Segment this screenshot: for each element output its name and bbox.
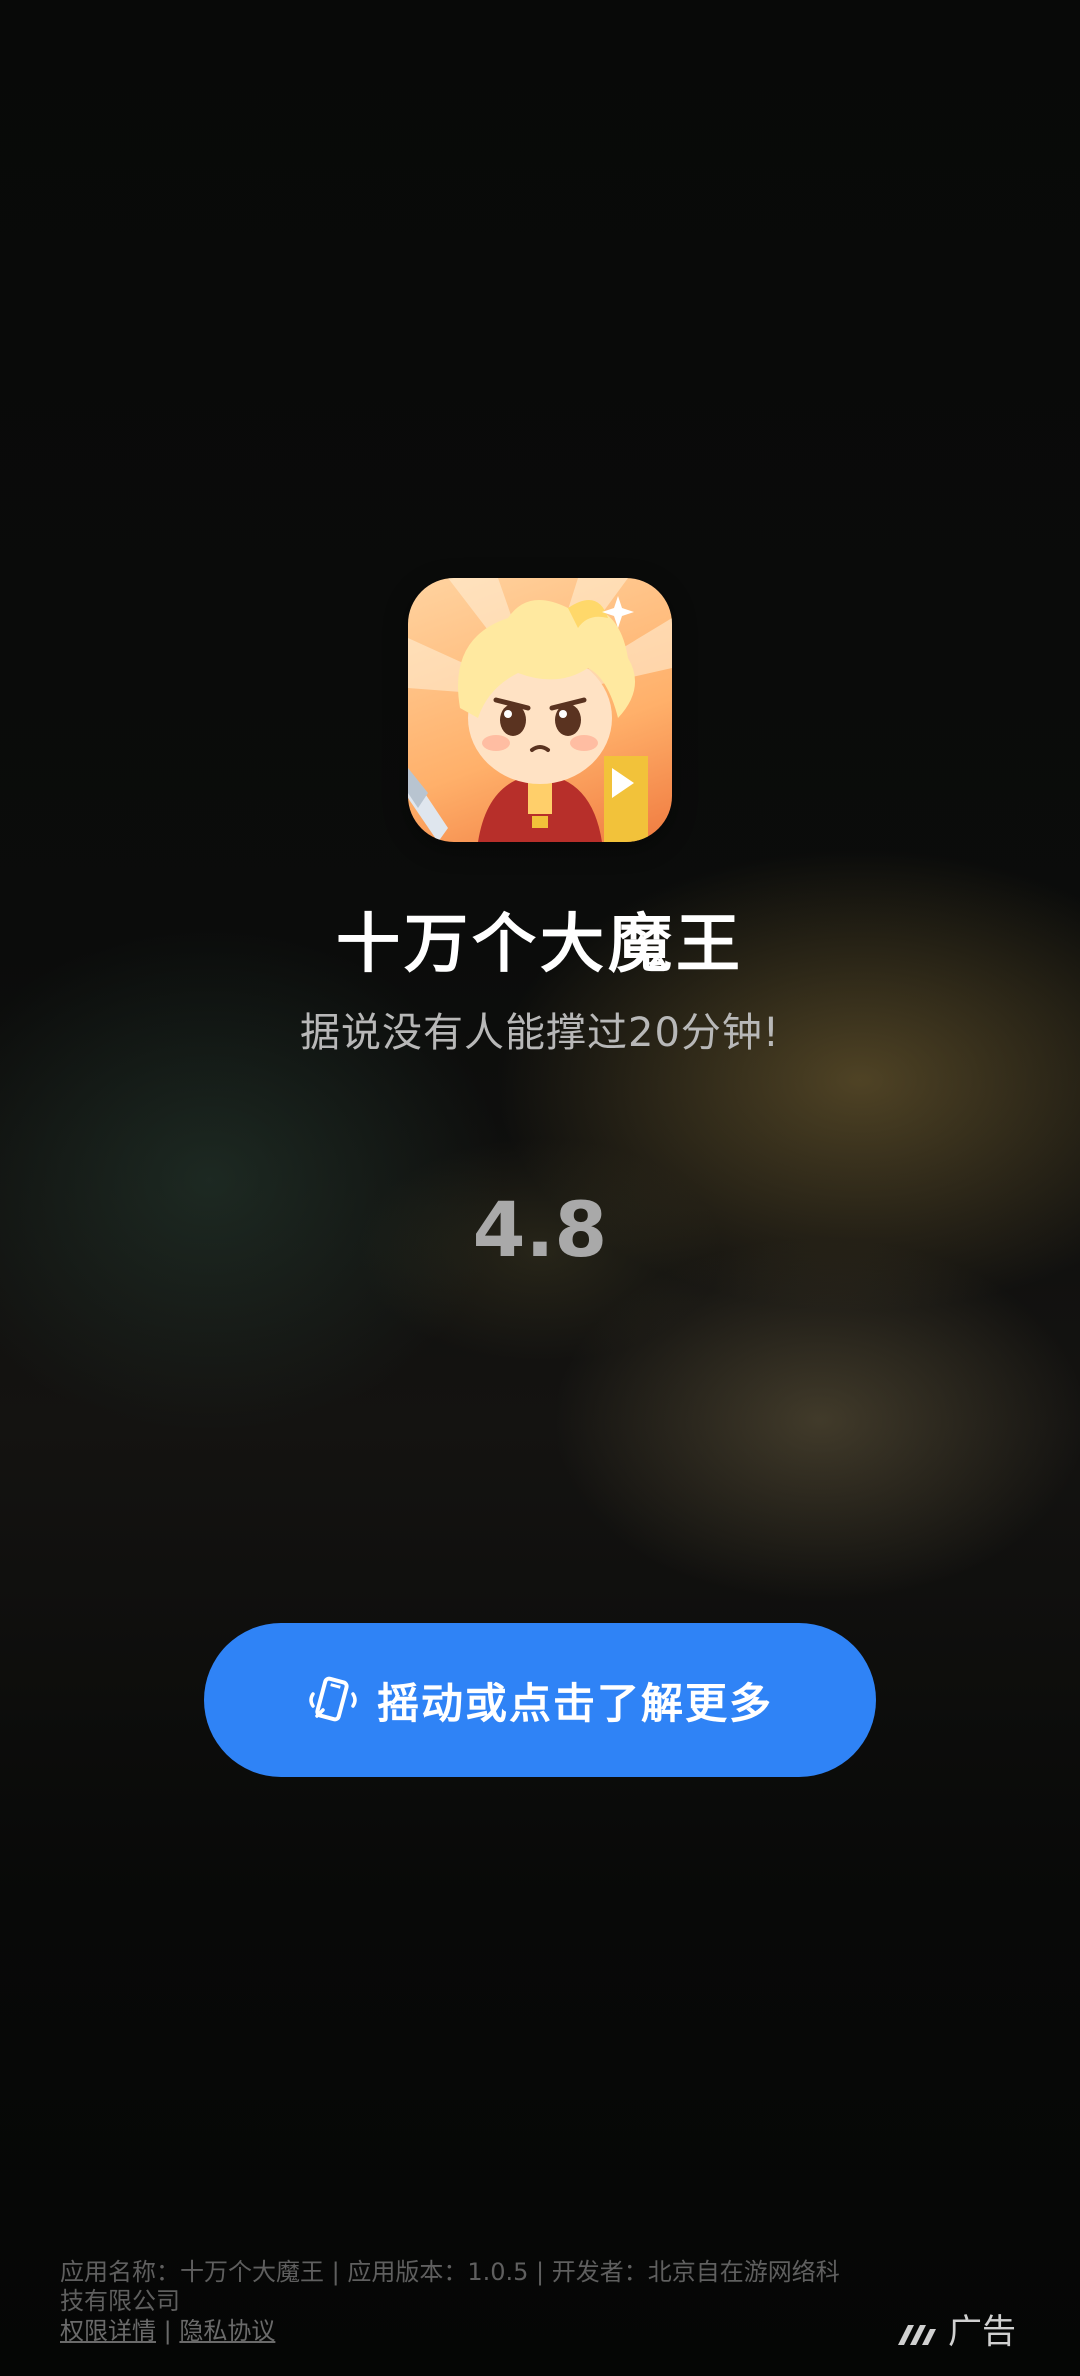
- ad-logo-icon: [896, 2316, 940, 2345]
- link-separator: |: [163, 2317, 172, 2345]
- permissions-link[interactable]: 权限详情: [60, 2317, 156, 2345]
- shake-phone-icon: [307, 1674, 359, 1726]
- app-info-text: 应用名称：十万个大魔王 | 应用版本：1.0.5 | 开发者：北京自在游网络科技…: [60, 2258, 840, 2315]
- app-icon[interactable]: [408, 578, 672, 842]
- ad-label: 广告: [948, 2312, 1016, 2352]
- ad-badge: 广告: [896, 2304, 1016, 2353]
- app-title: 十万个大魔王: [336, 908, 744, 982]
- learn-more-label: 摇动或点击了解更多: [376, 1678, 773, 1728]
- footer-links: 权限详情 | 隐私协议: [60, 2316, 275, 2346]
- ad-splash[interactable]: 十万个大魔王 据说没有人能撑过20分钟! 4.8 摇动或点击了解更多 应用名称：…: [0, 0, 1080, 2376]
- app-tagline: 据说没有人能撑过20分钟!: [300, 1010, 780, 1056]
- app-rating: 4.8: [472, 1185, 608, 1274]
- privacy-link[interactable]: 隐私协议: [179, 2317, 275, 2345]
- learn-more-button[interactable]: 摇动或点击了解更多: [204, 1623, 876, 1777]
